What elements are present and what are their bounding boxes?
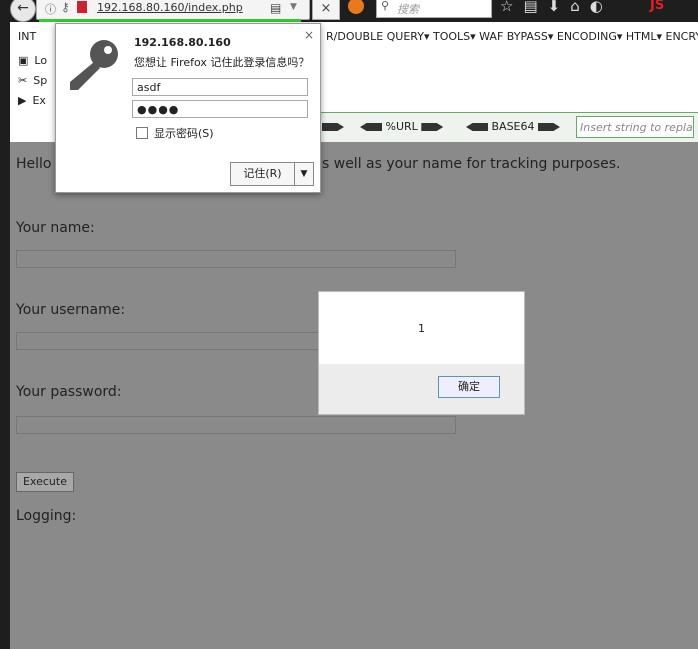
url-bar[interactable]: ⓘ ⚷ 192.168.80.160/index.php bbox=[36, 0, 310, 22]
search-box[interactable]: ⚲ 搜索 bbox=[376, 0, 492, 18]
shield-icon bbox=[77, 1, 87, 13]
hackbar-int[interactable]: INT bbox=[18, 30, 36, 43]
base64-encode-label: BASE64 bbox=[491, 120, 535, 133]
logging-label: Logging: bbox=[16, 508, 77, 524]
key-icon[interactable]: ⚷ bbox=[61, 0, 70, 14]
stop-button[interactable]: × bbox=[312, 0, 340, 20]
hello-text: Hello bbox=[16, 156, 52, 172]
url-encode-label: %URL bbox=[385, 120, 418, 133]
hackbar-action-label: Sp bbox=[33, 73, 48, 87]
scissors-icon: ✂ bbox=[18, 73, 28, 87]
show-password-label: 显示密码(S) bbox=[154, 127, 214, 140]
hackbar-actions: ▣ Lo ✂ Sp ▶ Ex bbox=[10, 50, 47, 110]
back-button[interactable]: ← bbox=[10, 0, 36, 22]
js-icon[interactable]: JS bbox=[650, 0, 664, 13]
close-icon[interactable]: × bbox=[304, 28, 314, 42]
intro-text: s well as your name for tracking purpose… bbox=[322, 156, 621, 172]
remember-button[interactable]: 记住(R) bbox=[231, 163, 295, 185]
hackbar-menu-items[interactable]: R/DOUBLE QUERY▾ TOOLS▾ WAF BYPASS▾ ENCOD… bbox=[326, 30, 698, 43]
firefox-icon[interactable] bbox=[348, 0, 364, 14]
arrow-right-icon[interactable] bbox=[538, 123, 561, 131]
arrow-right-icon[interactable] bbox=[322, 120, 344, 133]
name-field[interactable] bbox=[16, 250, 456, 268]
alert-message: 1 bbox=[418, 322, 425, 335]
base64-encode-control[interactable]: BASE64 bbox=[466, 120, 561, 133]
chevron-down-icon[interactable]: ▼ bbox=[290, 2, 297, 12]
url-encode-control[interactable]: %URL bbox=[360, 120, 444, 133]
save-login-button[interactable]: 记住(R) ▼ bbox=[230, 162, 314, 186]
info-icon[interactable]: ⓘ bbox=[45, 1, 56, 17]
search-icon: ⚲ bbox=[381, 0, 390, 12]
hackbar-action-execute[interactable]: ▶ Ex bbox=[10, 90, 47, 110]
ok-button[interactable]: 确定 bbox=[438, 376, 500, 398]
replace-string-input[interactable]: Insert string to replace bbox=[576, 116, 694, 138]
hackbar-action-load[interactable]: ▣ Lo bbox=[10, 50, 47, 70]
hackbar-action-label: Lo bbox=[34, 53, 48, 67]
save-question: 您想让 Firefox 记住此登录信息吗？ bbox=[134, 56, 310, 69]
alert-dialog: 1 确定 bbox=[318, 291, 525, 415]
key-icon bbox=[70, 40, 118, 90]
password-input[interactable]: ●●●● bbox=[132, 100, 308, 118]
password-field[interactable] bbox=[16, 416, 456, 434]
arrow-left-icon[interactable] bbox=[466, 123, 488, 131]
name-label: Your name: bbox=[16, 220, 95, 236]
url-text[interactable]: 192.168.80.160/index.php bbox=[97, 1, 243, 14]
arrow-left-icon[interactable] bbox=[360, 123, 382, 131]
username-input[interactable]: asdf bbox=[132, 78, 308, 96]
chevron-down-icon[interactable]: ▼ bbox=[295, 163, 313, 185]
search-placeholder: 搜索 bbox=[397, 3, 419, 16]
execute-button[interactable]: Execute bbox=[16, 472, 74, 492]
arrow-right-icon[interactable] bbox=[421, 123, 444, 131]
hackbar-action-split[interactable]: ✂ Sp bbox=[10, 70, 47, 90]
reader-icon[interactable]: ▤ bbox=[270, 1, 281, 15]
navigation-bar: ← ⓘ ⚷ 192.168.80.160/index.php ▤ ▼ × ⚲ 搜… bbox=[0, 0, 698, 22]
save-login-popup: × 192.168.80.160 您想让 Firefox 记住此登录信息吗？ a… bbox=[55, 23, 321, 193]
browser-window: ← ⓘ ⚷ 192.168.80.160/index.php ▤ ▼ × ⚲ 搜… bbox=[0, 0, 698, 649]
username-label: Your username: bbox=[16, 302, 126, 318]
login-host: 192.168.80.160 bbox=[134, 36, 231, 49]
play-icon: ▶ bbox=[18, 93, 27, 107]
password-label: Your password: bbox=[16, 384, 122, 400]
show-password-checkbox[interactable]: 显示密码(S) bbox=[136, 125, 214, 141]
hackbar-action-label: Ex bbox=[32, 93, 46, 107]
checkbox-icon[interactable] bbox=[136, 127, 148, 139]
load-icon: ▣ bbox=[18, 53, 29, 67]
toolbar-icons[interactable]: ☆▤⬇⌂◐ bbox=[500, 0, 613, 15]
